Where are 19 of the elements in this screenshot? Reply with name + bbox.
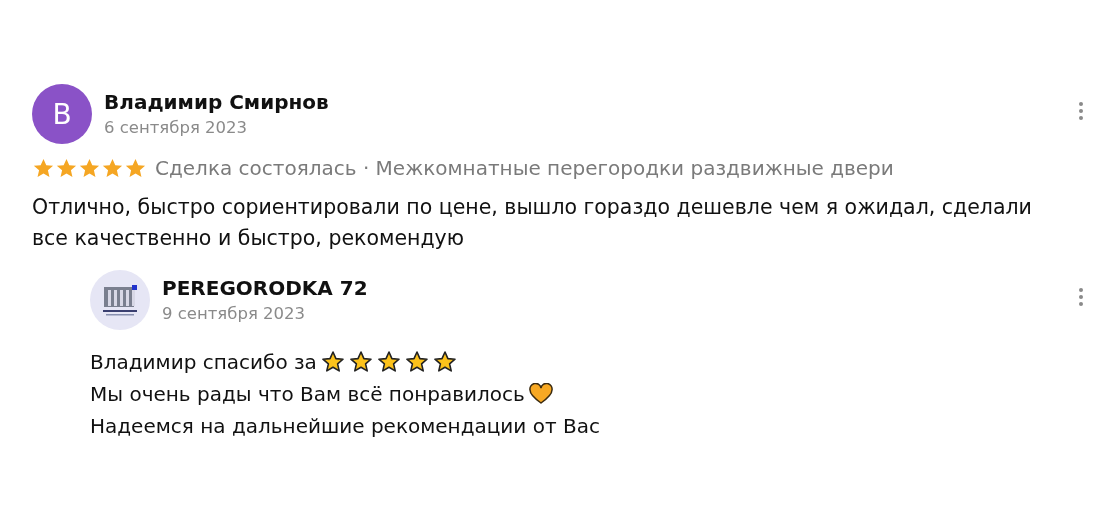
star-icon xyxy=(320,350,345,374)
review-text: Отлично, быстро сориентировали по цене, вышло гораздо дешевле чем я ожидал, сделали все качественно и быстро, рекомендую xyxy=(32,194,1033,252)
heart-icon xyxy=(528,383,553,405)
reply-text: Владимир спасибо за xyxy=(90,350,317,374)
more-icon[interactable] xyxy=(1078,287,1084,307)
star-icon xyxy=(432,350,457,374)
avatar: В xyxy=(32,84,92,144)
more-icon[interactable] xyxy=(1078,101,1084,121)
star-icon xyxy=(348,350,373,374)
review-meta: Сделка состоялась · Межкомнатные перегородки раздвижные двери xyxy=(155,156,894,180)
reply-text: Надеемся на дальнейшие рекомендации от Вас xyxy=(90,414,600,438)
company-name: PEREGORODKA 72 xyxy=(162,276,369,300)
star-icon xyxy=(376,350,401,374)
star-icon xyxy=(404,350,429,374)
reply-text: Мы очень рады что Вам всё понравилось xyxy=(90,382,525,406)
review-date: 6 сентября 2023 xyxy=(104,118,249,137)
company-logo xyxy=(90,270,150,330)
reply-date: 9 сентября 2023 xyxy=(162,304,307,323)
author-name: Владимир Смирнов xyxy=(104,90,330,114)
